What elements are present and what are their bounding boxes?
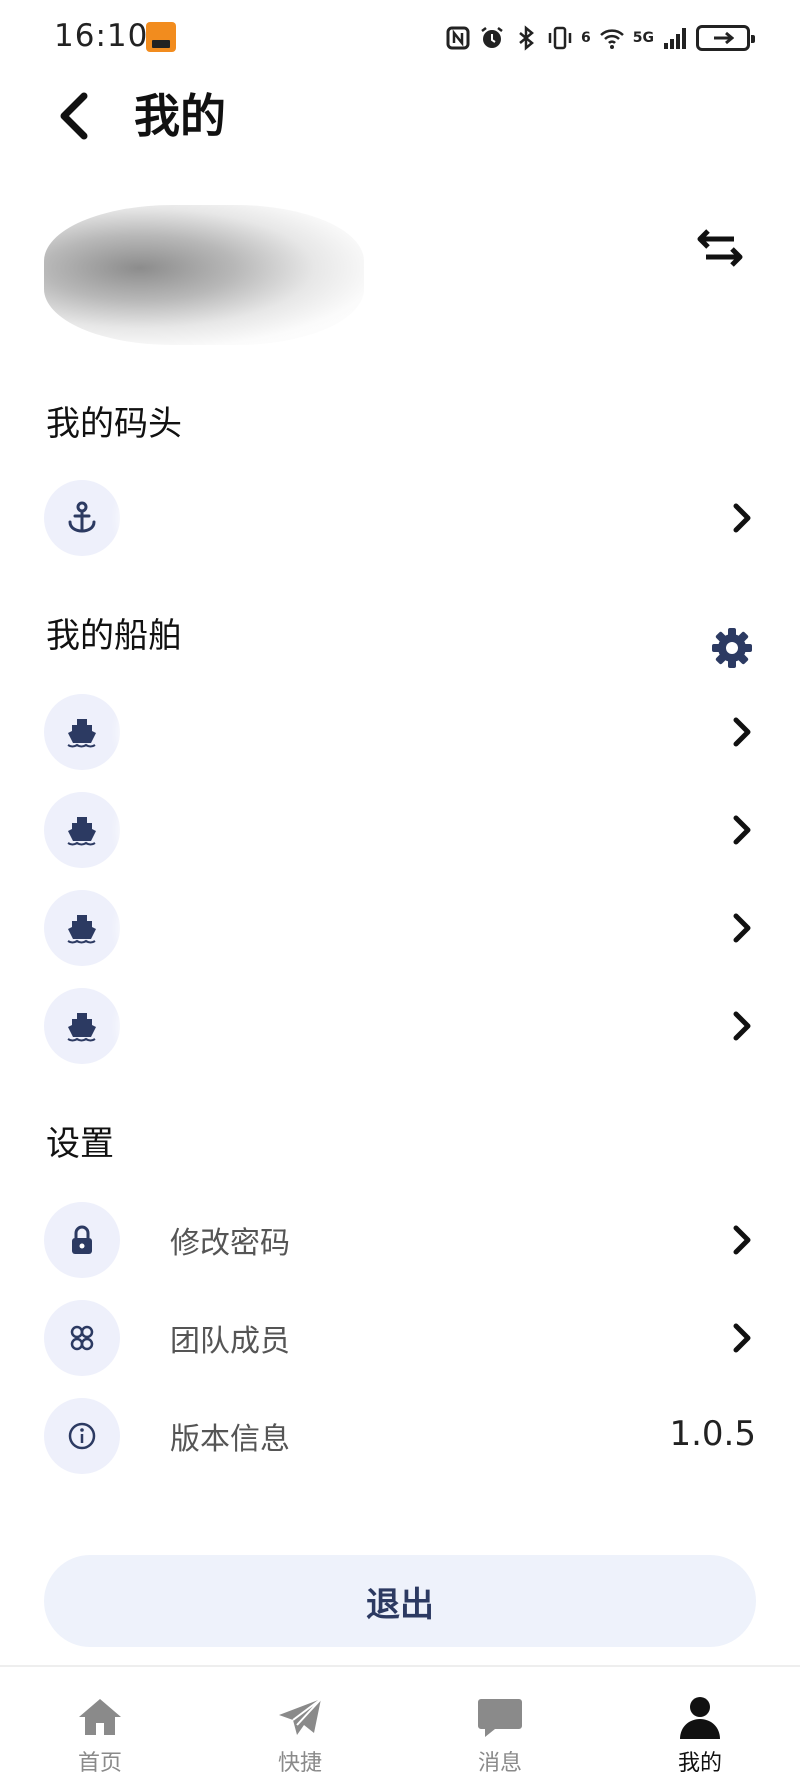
redacted-dock-name xyxy=(120,478,420,558)
ship-icon-circle xyxy=(44,694,120,770)
nav-item-home[interactable]: 首页 xyxy=(0,1667,200,1778)
ship-icon xyxy=(67,719,96,748)
ship-icon-circle xyxy=(44,792,120,868)
bottom-nav: 首页 快捷 消息 我的 xyxy=(0,1665,800,1778)
ship-row[interactable] xyxy=(44,888,756,968)
version-info-label: 版本信息 xyxy=(170,1422,290,1457)
chevron-left-icon xyxy=(60,92,88,140)
ship-icon xyxy=(67,1013,96,1042)
vibrate-icon xyxy=(548,26,572,50)
signal-icon xyxy=(664,28,686,49)
home-icon xyxy=(79,1699,121,1735)
nav-item-shortcuts[interactable]: 快捷 xyxy=(200,1667,400,1778)
app-notification-icon xyxy=(146,22,176,52)
nfc-icon xyxy=(446,26,470,50)
status-bar: 16:10 6 5G xyxy=(0,0,800,76)
nav-label: 我的 xyxy=(677,1751,722,1776)
chevron-right-icon xyxy=(733,1225,751,1255)
redacted-ship-name xyxy=(120,986,320,1066)
dock-icon-circle xyxy=(44,480,120,556)
alarm-icon xyxy=(481,27,503,48)
section-title-ships: 我的船舶 xyxy=(46,616,182,656)
status-icons: 6 5G xyxy=(445,20,755,56)
header: 我的 xyxy=(0,76,800,156)
version-info-row[interactable]: 版本信息 1.0.5 xyxy=(44,1396,756,1476)
bluetooth-icon xyxy=(519,25,534,51)
team-icon xyxy=(70,1325,94,1351)
ship-icon xyxy=(67,817,96,846)
team-icon-circle xyxy=(44,1300,120,1376)
status-time: 16:10 xyxy=(54,18,149,54)
nav-item-messages[interactable]: 消息 xyxy=(400,1667,600,1778)
lock-icon-circle xyxy=(44,1202,120,1278)
gear-icon xyxy=(712,628,752,668)
redacted-ship-name xyxy=(120,790,320,870)
ship-row[interactable] xyxy=(44,790,756,870)
team-members-label: 团队成员 xyxy=(170,1324,290,1359)
change-password-row[interactable]: 修改密码 xyxy=(44,1200,756,1280)
person-icon xyxy=(680,1697,720,1739)
dock-row[interactable] xyxy=(44,478,756,558)
nav-label: 消息 xyxy=(477,1751,522,1776)
team-members-row[interactable]: 团队成员 xyxy=(44,1298,756,1378)
info-icon xyxy=(68,1422,96,1450)
anchor-icon xyxy=(68,501,96,533)
version-value: 1.0.5 xyxy=(669,1414,756,1454)
lock-icon xyxy=(72,1225,92,1254)
swap-arrows-icon xyxy=(697,229,743,267)
nav-label: 快捷 xyxy=(277,1751,322,1776)
network-type: 5G xyxy=(632,30,654,46)
nav-label: 首页 xyxy=(77,1751,122,1776)
redacted-ship-name xyxy=(120,692,420,772)
switch-account-button[interactable] xyxy=(690,225,750,275)
logout-button[interactable]: 退出 xyxy=(44,1555,756,1647)
nav-item-me[interactable]: 我的 xyxy=(600,1667,800,1778)
info-icon-circle xyxy=(44,1398,120,1474)
section-title-dock: 我的码头 xyxy=(46,404,182,444)
back-button[interactable] xyxy=(50,86,100,146)
change-password-label: 修改密码 xyxy=(170,1226,290,1261)
avatar[interactable] xyxy=(44,205,364,345)
ship-icon-circle xyxy=(44,890,120,966)
battery-icon xyxy=(696,25,755,51)
chevron-right-icon xyxy=(733,503,751,533)
ship-row[interactable] xyxy=(44,986,756,1066)
section-title-settings: 设置 xyxy=(46,1124,114,1164)
message-icon xyxy=(478,1699,522,1737)
paper-plane-icon xyxy=(279,1698,322,1735)
redacted-ship-name xyxy=(120,888,320,968)
chevron-right-icon xyxy=(733,913,751,943)
wifi-icon xyxy=(599,29,624,49)
wifi-badge: 6 xyxy=(581,30,591,46)
page-title: 我的 xyxy=(134,89,226,143)
ship-row[interactable] xyxy=(44,692,756,772)
ship-icon-circle xyxy=(44,988,120,1064)
ships-settings-button[interactable] xyxy=(710,626,754,670)
chevron-right-icon xyxy=(733,1323,751,1353)
ship-icon xyxy=(67,915,96,944)
chevron-right-icon xyxy=(733,815,751,845)
chevron-right-icon xyxy=(733,717,751,747)
chevron-right-icon xyxy=(733,1011,751,1041)
